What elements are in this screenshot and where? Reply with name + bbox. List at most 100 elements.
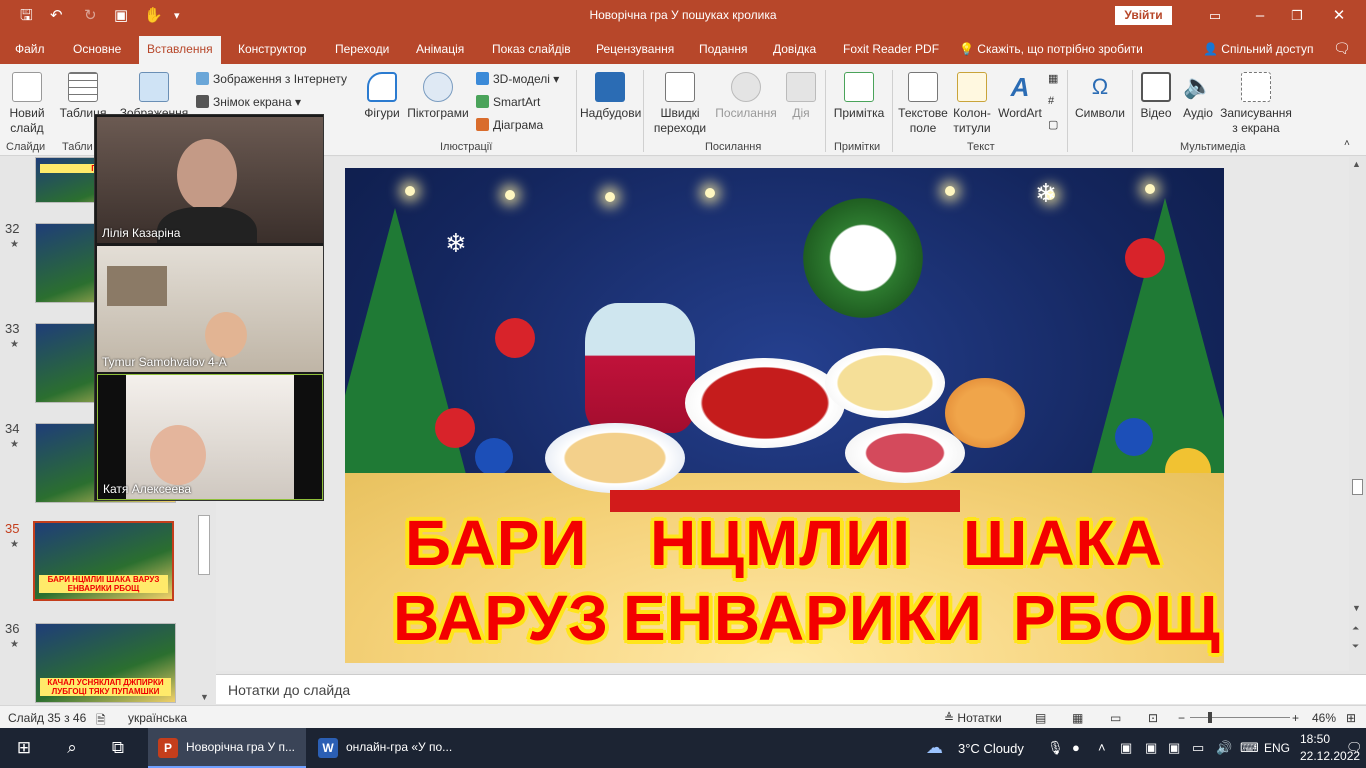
scroll-up-icon[interactable]: ▲ [1352,159,1361,169]
notes-toggle[interactable]: ≜ Нотатки [944,711,1002,725]
show-hidden-icons[interactable]: ˄ [1098,740,1106,755]
slide-sorter-icon[interactable]: ▦ [1072,711,1083,725]
minimize-icon[interactable]: – [1245,6,1275,26]
keyboard-icon[interactable]: ⌨ [1240,740,1259,756]
tab-slideshow[interactable]: Показ слайдів [492,42,571,56]
tab-transitions[interactable]: Переходи [335,42,389,56]
collapse-ribbon-icon[interactable]: ˄ [1344,138,1350,149]
ribbon-divider [1132,70,1133,152]
app-tray-icon[interactable]: ▣ [1145,740,1157,756]
slide-thumbnail-selected[interactable]: БАРИ НЦМЛИІ ШАКА ВАРУЗ ЕНВАРИКИ РБОЩ [33,521,174,601]
tab-view[interactable]: Подання [699,42,747,56]
tab-review[interactable]: Рецензування [596,42,674,56]
video-button[interactable]: Відео [1136,72,1176,121]
tab-file[interactable]: Файл [15,42,45,56]
slide-scrollbar[interactable]: ▲ ▼ ⏶ ⏷ [1349,157,1366,671]
word-icon: W [318,738,338,758]
next-slide-icon[interactable]: ⏷ [1352,641,1359,652]
microphone-icon[interactable]: 🎙 [1047,740,1064,756]
zoom-tray-icon[interactable]: ● [1072,740,1080,755]
search-icon[interactable]: ⌕ [60,738,84,758]
new-slide-button[interactable]: Новий слайд [4,72,50,136]
textbox-button[interactable]: Текстове поле [896,72,950,136]
zoom-level[interactable]: 46% [1312,711,1336,725]
zoom-slider-knob[interactable] [1208,712,1212,723]
quick-transitions-button[interactable]: Швидкі переходи [648,72,712,136]
zoom-slider[interactable] [1190,712,1290,723]
notes-toggle-label: Нотатки [957,711,1002,725]
close-icon[interactable]: ✕ [1324,6,1354,26]
header-footer-button[interactable]: Колон-титули [950,72,994,136]
scroll-down-icon[interactable]: ▼ [1352,603,1361,613]
tab-design[interactable]: Конструктор [238,42,306,56]
scroll-down-icon[interactable]: ▼ [200,692,209,702]
cube-icon [476,72,489,85]
shapes-button[interactable]: Фігури [360,72,404,121]
wordart-icon: A [1010,72,1030,102]
scrollbar-thumb[interactable] [1352,479,1363,495]
participant-video[interactable]: Tymur Samohvalov 4-А [97,246,323,372]
screen-recording-button[interactable]: Записування з екрана [1218,72,1294,136]
zoom-in-icon[interactable]: + [1292,711,1299,725]
addins-button[interactable]: Надбудови [580,72,641,121]
tab-insert[interactable]: Вставлення [139,36,221,64]
taskbar-app-powerpoint[interactable]: P Новорічна гра У п... [148,728,306,768]
tell-me-search[interactable]: 💡 Скажіть, що потрібно зробити [959,42,1143,56]
comment-button[interactable]: Примітка [830,72,888,121]
slide-number-icon[interactable]: # [1048,95,1054,107]
app-tray-icon[interactable]: ▣ [1120,740,1132,756]
icons-button[interactable]: Піктограми [406,72,470,121]
participant-video[interactable]: Лілія Казаріна [97,117,323,243]
notifications-icon[interactable]: 🗨 [1346,740,1363,756]
weather-text[interactable]: 3°C Cloudy [958,741,1024,756]
group-label-text: Текст [967,141,995,153]
action-button[interactable]: Дія [784,72,818,121]
task-view-icon[interactable]: ⧉ [106,738,130,758]
online-images-button[interactable]: Зображення з Інтернету [196,72,347,86]
app-tray-icon[interactable]: ▣ [1168,740,1180,756]
image-icon [139,72,169,102]
screenshot-button[interactable]: Знімок екрана ▾ [196,95,301,109]
taskbar-app-word[interactable]: W онлайн-гра «У по... [308,728,468,768]
cloud-icon[interactable]: ☁ [926,738,943,758]
slide-number: 34 [5,421,20,436]
input-language[interactable]: ENG [1264,741,1290,755]
tab-home[interactable]: Основне [73,42,121,56]
notes-pane[interactable]: Нотатки до слайда [216,674,1366,704]
symbols-button[interactable]: Ω Символи [1072,72,1128,121]
restore-icon[interactable]: ❐ [1282,6,1312,26]
wordart-button[interactable]: A WordArt [996,72,1044,121]
chart-button[interactable]: Діаграма [476,118,543,132]
scrollbar-thumb[interactable] [198,515,210,575]
signin-button[interactable]: Увійти [1115,6,1172,25]
3d-models-button[interactable]: 3D-моделі ▾ [476,72,559,86]
slide-thumbnail[interactable]: КАЧАЛ УСНЯКЛАП ДЖПИРКИ ЛУБГОЦІ ТЯКУ ПУПА… [35,623,176,703]
tab-animations[interactable]: Анімація [416,42,464,56]
language-indicator[interactable]: українська [128,711,187,725]
tab-foxit[interactable]: Foxit Reader PDF [843,42,939,56]
participant-video-active[interactable]: Катя Алексеева [97,374,323,500]
share-button[interactable]: 👤 Спільний доступ [1203,42,1314,56]
video-call-window[interactable]: Лілія Казаріна Tymur Samohvalov 4-А Катя… [94,114,324,501]
slideshow-icon[interactable]: ⊡ [1148,711,1158,725]
comments-icon[interactable]: 🗨 [1333,40,1351,57]
volume-icon[interactable]: 🔊 [1216,740,1232,756]
audio-button[interactable]: 🔈 Аудіо [1178,72,1218,121]
ribbon-display-icon[interactable]: ▭ [1200,6,1230,26]
network-icon[interactable]: ▭ [1192,740,1204,756]
date-time-icon[interactable]: ▦ [1048,72,1058,85]
link-button[interactable]: Посилання [712,72,780,121]
clock-time[interactable]: 18:50 [1300,732,1330,746]
tab-help[interactable]: Довідка [773,42,816,56]
previous-slide-icon[interactable]: ⏶ [1352,623,1359,634]
fit-to-window-icon[interactable]: ⊞ [1346,711,1356,725]
windows-start-icon[interactable]: ⊞ [12,738,36,758]
slide-canvas[interactable]: ❄ ❄ ❄ БАРИ НЦМЛИІ ШАКА ВАРУЗ ЕНВАРИКИ РБ… [345,168,1224,663]
textbox-icon [908,72,938,102]
zoom-out-icon[interactable]: − [1178,711,1185,725]
object-icon[interactable]: ▢ [1048,118,1058,131]
notes-placeholder: Нотатки до слайда [228,682,351,698]
reading-view-icon[interactable]: ▭ [1110,711,1121,725]
smartart-button[interactable]: SmartArt [476,95,540,109]
normal-view-icon[interactable]: ▤ [1035,711,1046,725]
